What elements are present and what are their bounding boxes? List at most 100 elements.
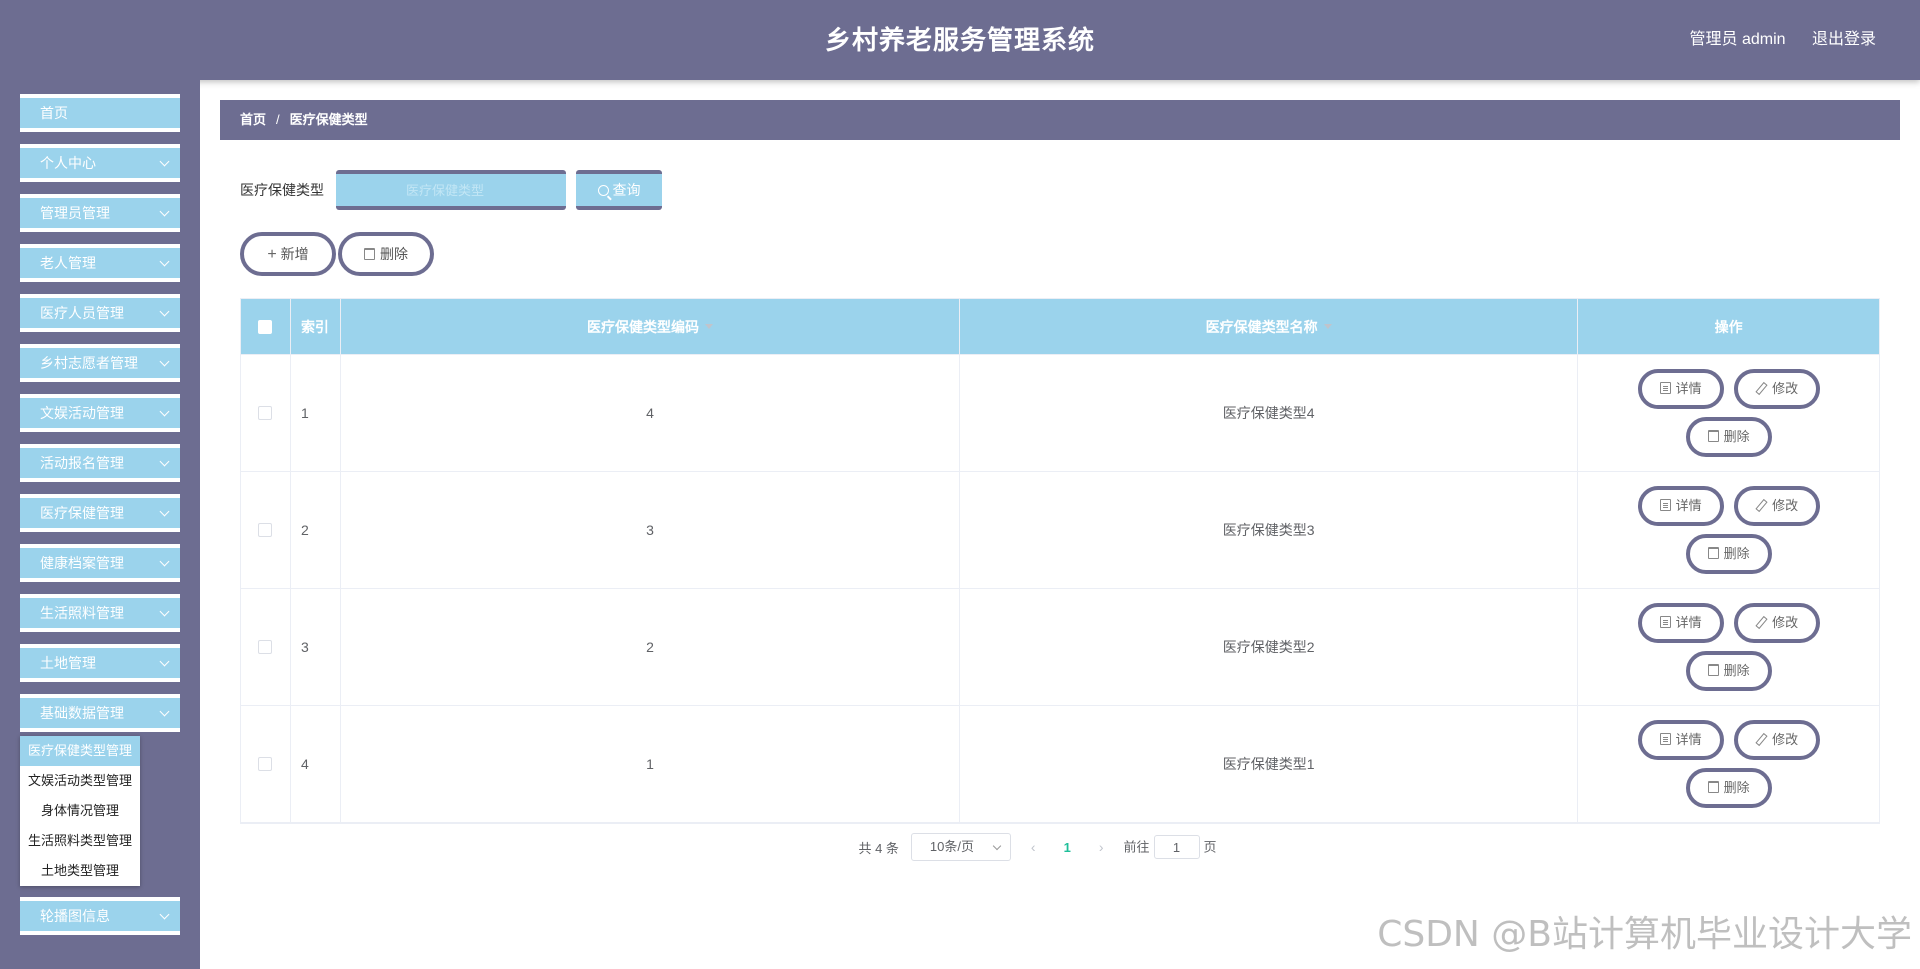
edit-button[interactable]: 修改	[1733, 603, 1820, 643]
header-index: 索引	[291, 299, 341, 354]
row-index: 4	[291, 706, 341, 822]
detail-button[interactable]: 详情	[1637, 720, 1724, 760]
edit-icon	[1755, 616, 1767, 628]
prev-page-icon[interactable]: ‹	[1023, 839, 1044, 855]
sidebar-item-label: 土地管理	[40, 655, 96, 671]
row-ops: 详情 修改 删除	[1578, 706, 1879, 822]
chevron-down-icon	[159, 909, 170, 920]
search-button[interactable]: 查询	[576, 170, 662, 210]
edit-button[interactable]: 修改	[1733, 486, 1820, 526]
sidebar-item-label: 生活照料管理	[40, 605, 124, 621]
document-icon	[1659, 616, 1671, 628]
chevron-down-icon	[159, 256, 170, 267]
breadcrumb-home[interactable]: 首页	[240, 112, 266, 127]
batch-delete-button[interactable]: 删除	[338, 232, 434, 276]
sidebar-item-health-records[interactable]: 健康档案管理	[20, 544, 180, 582]
sidebar-item-elderly[interactable]: 老人管理	[20, 244, 180, 282]
sidebar-item-home[interactable]: 首页	[20, 94, 180, 132]
row-delete-button[interactable]: 删除	[1685, 534, 1772, 574]
row-checkbox-cell	[241, 355, 291, 471]
trash-icon	[1707, 664, 1719, 676]
submenu-item-recreation-type[interactable]: 文娱活动类型管理	[20, 766, 140, 796]
sidebar-item-admin[interactable]: 管理员管理	[20, 194, 180, 232]
data-table: 索引 医疗保健类型编码 医疗保健类型名称 操作 1 4 医疗保健类型4 详情 修…	[240, 298, 1880, 824]
chevron-down-icon	[159, 456, 170, 467]
sidebar-item-land[interactable]: 土地管理	[20, 644, 180, 682]
sidebar-item-personal-center[interactable]: 个人中心	[20, 144, 180, 182]
sidebar-item-medical-staff[interactable]: 医疗人员管理	[20, 294, 180, 332]
next-page-icon[interactable]: ›	[1091, 839, 1112, 855]
submenu-item-healthcare-type[interactable]: 医疗保健类型管理	[20, 736, 140, 766]
watermark: CSDN @B站计算机毕业设计大学	[1377, 914, 1912, 955]
detail-button[interactable]: 详情	[1637, 603, 1724, 643]
search-button-label: 查询	[612, 182, 641, 198]
delete-button-label: 删除	[380, 246, 408, 262]
row-delete-button[interactable]: 删除	[1685, 768, 1772, 808]
row-checkbox-cell	[241, 706, 291, 822]
submenu-item-body-condition[interactable]: 身体情况管理	[20, 796, 140, 826]
sidebar-item-label: 轮播图信息	[40, 908, 110, 924]
row-checkbox[interactable]	[258, 406, 273, 420]
sidebar-item-base-data[interactable]: 基础数据管理	[20, 694, 180, 732]
sort-icon[interactable]	[704, 324, 713, 329]
row-name: 医疗保健类型3	[960, 472, 1579, 588]
search-label: 医疗保健类型	[240, 182, 324, 198]
detail-button[interactable]: 详情	[1637, 369, 1724, 409]
select-all-checkbox[interactable]	[258, 319, 273, 334]
search-input[interactable]	[336, 170, 566, 210]
header-name[interactable]: 医疗保健类型名称	[960, 299, 1579, 354]
sort-icon[interactable]	[1323, 324, 1332, 329]
top-header: 乡村养老服务管理系统 管理员 admin 退出登录	[0, 0, 1920, 80]
row-ops: 详情 修改 删除	[1578, 472, 1879, 588]
edit-label: 修改	[1772, 732, 1799, 747]
row-checkbox[interactable]	[258, 640, 273, 654]
goto-page-input[interactable]	[1153, 835, 1200, 859]
goto-prefix: 前往	[1123, 839, 1150, 855]
row-delete-button[interactable]: 删除	[1685, 417, 1772, 457]
logout-link[interactable]: 退出登录	[1812, 31, 1876, 48]
table-row: 1 4 医疗保健类型4 详情 修改 删除	[241, 355, 1879, 472]
row-checkbox[interactable]	[258, 523, 273, 537]
row-delete-button[interactable]: 删除	[1685, 651, 1772, 691]
document-icon	[1659, 733, 1671, 745]
detail-button[interactable]: 详情	[1637, 486, 1724, 526]
header-ops: 操作	[1714, 318, 1743, 335]
action-toolbar: + 新增 删除	[240, 232, 434, 276]
sidebar-item-life-care[interactable]: 生活照料管理	[20, 594, 180, 632]
add-button[interactable]: + 新增	[240, 232, 336, 276]
sidebar-item-healthcare[interactable]: 医疗保健管理	[20, 494, 180, 532]
row-name: 医疗保健类型4	[960, 355, 1579, 471]
document-icon	[1659, 499, 1671, 511]
row-code: 3	[341, 472, 961, 588]
chevron-down-icon	[159, 556, 170, 567]
app-title: 乡村养老服务管理系统	[824, 25, 1095, 55]
row-checkbox[interactable]	[258, 757, 273, 771]
page-size-select[interactable]: 10条/页	[910, 833, 1011, 861]
row-code: 1	[341, 706, 961, 822]
chevron-down-icon	[159, 606, 170, 617]
sidebar-item-label: 基础数据管理	[40, 705, 124, 721]
plus-icon: +	[267, 246, 277, 263]
sidebar-item-carousel[interactable]: 轮播图信息	[20, 897, 180, 935]
row-index: 2	[291, 472, 341, 588]
goto-label: 前往 页	[1124, 835, 1217, 859]
sidebar-item-recreation[interactable]: 文娱活动管理	[20, 394, 180, 432]
chevron-down-icon	[159, 706, 170, 717]
chevron-down-icon	[159, 206, 170, 217]
detail-label: 详情	[1675, 615, 1702, 630]
sidebar-item-volunteer[interactable]: 乡村志愿者管理	[20, 344, 180, 382]
sidebar-item-label: 个人中心	[40, 155, 96, 171]
detail-label: 详情	[1675, 498, 1702, 513]
detail-label: 详情	[1675, 381, 1702, 396]
current-user-label: 管理员 admin	[1689, 31, 1786, 48]
table-row: 3 2 医疗保健类型2 详情 修改 删除	[241, 589, 1879, 706]
edit-button[interactable]: 修改	[1733, 720, 1820, 760]
edit-button[interactable]: 修改	[1733, 369, 1820, 409]
edit-icon	[1755, 382, 1767, 394]
header-code[interactable]: 医疗保健类型编码	[341, 299, 961, 354]
row-ops: 详情 修改 删除	[1578, 355, 1879, 471]
sidebar-item-signup[interactable]: 活动报名管理	[20, 444, 180, 482]
trash-icon	[1707, 781, 1719, 793]
page-number-current[interactable]: 1	[1056, 840, 1079, 855]
detail-label: 详情	[1675, 732, 1702, 747]
